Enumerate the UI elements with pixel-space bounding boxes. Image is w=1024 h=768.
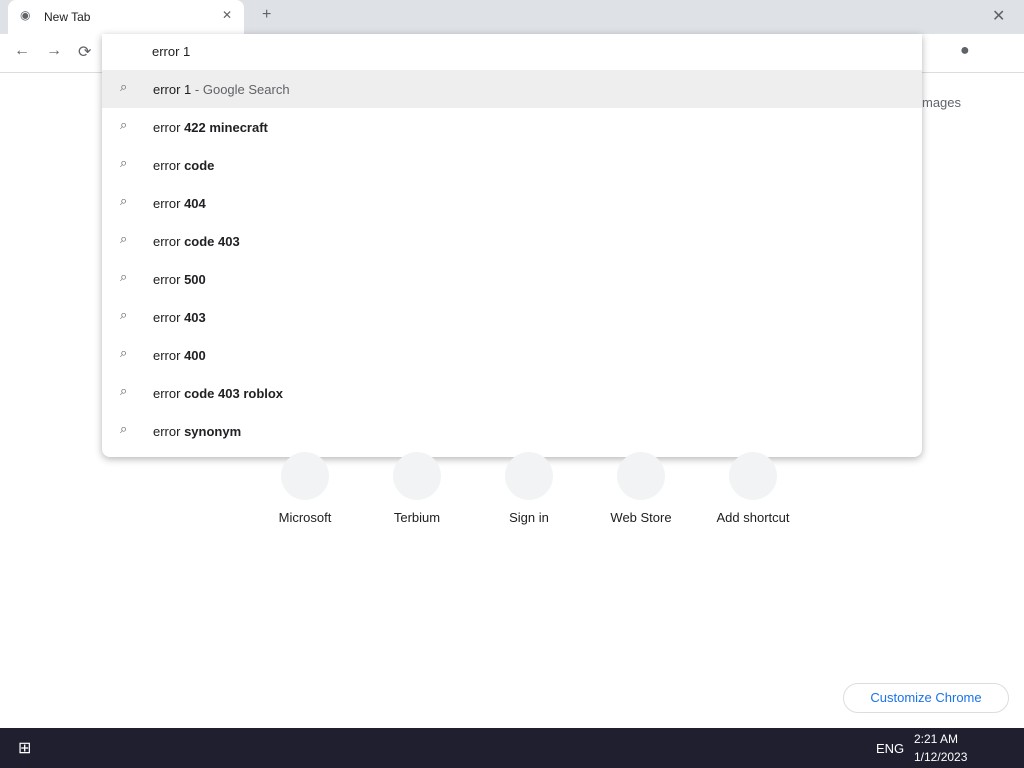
- back-icon[interactable]: ←: [14, 42, 30, 60]
- shortcut-tile[interactable]: Sign in: [479, 452, 579, 535]
- search-icon: ⌕: [120, 231, 128, 246]
- suggestion-text: error code 403: [153, 234, 240, 249]
- suggestion-row[interactable]: ⌕ error synonym: [102, 412, 922, 450]
- forward-icon[interactable]: →: [46, 42, 62, 60]
- prefix: error: [153, 272, 185, 287]
- close-icon[interactable]: ✕: [222, 8, 232, 22]
- search-icon: ⌕: [120, 79, 128, 94]
- bold: synonym: [184, 424, 242, 439]
- prefix: error: [153, 120, 185, 135]
- bold: code: [184, 158, 215, 173]
- shortcut-icon: [281, 452, 329, 500]
- chrome-icon: ◉: [20, 8, 31, 22]
- tab-title: New Tab: [44, 10, 91, 24]
- prefix: error: [153, 158, 185, 173]
- images-link[interactable]: mages: [922, 95, 961, 110]
- suggestion-text: error 422 minecraft: [153, 120, 268, 135]
- search-icon: ⌕: [120, 117, 128, 132]
- search-icon: ⌕: [120, 269, 128, 284]
- search-icon: ⌕: [120, 421, 128, 436]
- shortcut-label: Terbium: [393, 510, 441, 525]
- suggestion-row[interactable]: ⌕ error 500: [102, 260, 922, 298]
- shortcut-label: Sign in: [509, 510, 549, 525]
- suggestion-text: error 500: [153, 272, 206, 287]
- lang[interactable]: ENG: [876, 741, 904, 756]
- shortcut-label: Add shortcut: [716, 510, 790, 525]
- omnibox-dropdown: error 1 ⌕ error 1 - Google Search ⌕ error 4…: [102, 34, 922, 457]
- new-tab-icon[interactable]: +: [262, 6, 271, 24]
- customize-chrome-button[interactable]: Customize Chrome: [843, 683, 1009, 713]
- shortcut-tile[interactable]: Terbium: [367, 452, 467, 535]
- bold: 500: [184, 272, 206, 287]
- search-icon: ⌕: [120, 307, 128, 322]
- suggestion-row[interactable]: ⌕ error 403: [102, 298, 922, 336]
- prefix: error: [153, 348, 185, 363]
- tab-strip: ◉ New Tab ✕ + ✕: [0, 0, 1024, 34]
- shortcut-icon: [393, 452, 441, 500]
- shortcut-tile[interactable]: Microsoft: [255, 452, 355, 535]
- search-icon: ⌕: [120, 383, 128, 398]
- taskbar: ⊞ ENG 2:21 AM 1/12/2023: [0, 728, 1024, 768]
- shortcut-tile[interactable]: Web Store: [591, 452, 691, 535]
- suggestion-text: error synonym: [153, 424, 241, 439]
- shortcut-icon: [505, 452, 553, 500]
- search-icon: ⌕: [120, 193, 128, 208]
- suggestion-text: error 1 - Google Search: [153, 82, 290, 97]
- profile-icon[interactable]: ●: [960, 42, 970, 60]
- suggestion-row[interactable]: ⌕ error 422 minecraft: [102, 108, 922, 146]
- bold: 400: [184, 348, 206, 363]
- suggestion-text: error 404: [153, 196, 206, 211]
- clock-time[interactable]: 2:21 AM: [914, 732, 958, 746]
- shortcut-label: Microsoft: [278, 510, 332, 525]
- suggestion-row[interactable]: ⌕ error code 403 roblox: [102, 374, 922, 412]
- shortcut-icon: [617, 452, 665, 500]
- start-icon[interactable]: ⊞: [18, 738, 31, 758]
- suggestion-row[interactable]: ⌕ error code 403: [102, 222, 922, 260]
- shortcut-tile[interactable]: Add shortcut: [703, 452, 803, 535]
- bold: 404: [184, 196, 206, 211]
- search-icon: ⌕: [120, 345, 128, 360]
- shortcuts: Microsoft Terbium Sign in Web Store Add shor…: [255, 452, 795, 532]
- bold: code 403 roblox: [184, 386, 284, 401]
- shortcut-label: Web Store: [610, 510, 672, 525]
- bold: 422 minecraft: [184, 120, 268, 135]
- prefix: error: [153, 310, 185, 325]
- suggestion-text: error code: [153, 158, 214, 173]
- suffix: - Google Search: [191, 82, 290, 97]
- close-window-icon[interactable]: ✕: [992, 6, 1005, 26]
- prefix: error 1: [153, 82, 192, 97]
- bold: 403: [184, 310, 206, 325]
- prefix: error: [153, 196, 185, 211]
- suggestion-row[interactable]: ⌕ error 404: [102, 184, 922, 222]
- suggestion-row[interactable]: ⌕ error code: [102, 146, 922, 184]
- omnibox-input[interactable]: error 1: [152, 44, 190, 59]
- prefix: error: [153, 234, 185, 249]
- reload-icon[interactable]: ⟳: [78, 42, 91, 62]
- search-icon: ⌕: [120, 155, 128, 170]
- tab-new-tab[interactable]: ◉ New Tab ✕: [8, 0, 244, 34]
- prefix: error: [153, 386, 185, 401]
- clock-date[interactable]: 1/12/2023: [914, 750, 967, 764]
- bold: code 403: [184, 234, 240, 249]
- shortcut-icon: [729, 452, 777, 500]
- suggestion-text: error 400: [153, 348, 206, 363]
- suggestion-text: error code 403 roblox: [153, 386, 283, 401]
- suggestion-row[interactable]: ⌕ error 1 - Google Search: [102, 70, 922, 108]
- prefix: error: [153, 424, 185, 439]
- suggestion-text: error 403: [153, 310, 206, 325]
- suggestion-row[interactable]: ⌕ error 400: [102, 336, 922, 374]
